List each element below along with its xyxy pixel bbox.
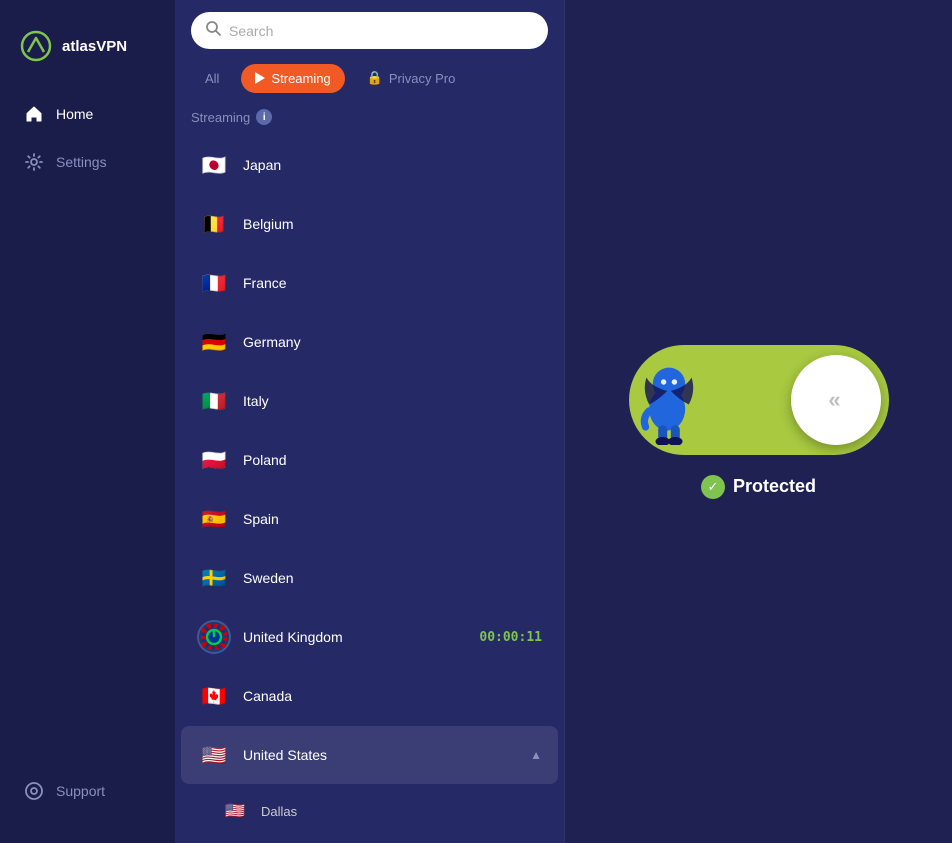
tab-all[interactable]: All [191,64,233,93]
country-name: United Kingdom [243,629,467,645]
sidebar-item-settings[interactable]: Settings [10,140,165,184]
list-item[interactable]: 🇮🇹 Italy [181,372,558,430]
home-label: Home [56,106,93,122]
search-container [175,0,564,59]
tab-streaming-label: Streaming [271,71,330,86]
flag-france: 🇫🇷 [197,266,231,300]
support-icon [24,781,44,801]
app-logo: atlasVPN [0,20,175,92]
locations-panel: All Streaming 🔒 Privacy Pro Streaming i … [175,0,565,843]
tab-all-label: All [205,71,219,86]
tab-privacy-pro[interactable]: 🔒 Privacy Pro [353,63,470,93]
protected-status: ✓ Protected [701,475,816,499]
list-item[interactable]: 🇫🇷 France [181,254,558,312]
list-item[interactable]: United Kingdom 00:00:11 [181,608,558,666]
settings-icon [24,152,44,172]
sidebar-support[interactable]: Support [0,769,175,823]
streaming-play-icon [255,72,265,84]
list-item[interactable]: 🇺🇸 Dallas [181,785,558,837]
chevron-left-icon: « [828,387,840,413]
flag-italy: 🇮🇹 [197,384,231,418]
list-item[interactable]: 🇯🇵 Japan [181,136,558,194]
flag-dallas: 🇺🇸 [221,797,249,825]
flag-us: 🇺🇸 [197,738,231,772]
list-item[interactable]: 🇪🇸 Spain [181,490,558,548]
atlasvpn-logo-icon [20,30,52,62]
flag-germany: 🇩🇪 [197,325,231,359]
country-name: Italy [243,393,542,409]
protected-label: Protected [733,476,816,497]
flag-belgium: 🇧🇪 [197,207,231,241]
country-name: Canada [243,688,542,704]
tab-streaming[interactable]: Streaming [241,64,344,93]
info-icon[interactable]: i [256,109,272,125]
country-name: Poland [243,452,542,468]
country-name: France [243,275,542,291]
app-name: atlasVPN [62,38,127,55]
sidebar-item-support[interactable]: Support [10,769,165,813]
list-item[interactable]: 🇨🇦 Canada [181,667,558,725]
flag-sweden: 🇸🇪 [197,561,231,595]
list-item[interactable]: 🇺🇸 United States ▲ [181,726,558,784]
search-input[interactable] [229,23,534,39]
search-bar [191,12,548,49]
flag-japan: 🇯🇵 [197,148,231,182]
home-icon [24,104,44,124]
country-name: Belgium [243,216,542,232]
sidebar-nav: Home Settings [0,92,175,769]
vpn-toggle[interactable]: « [629,345,889,455]
section-label-text: Streaming [191,110,250,125]
list-item[interactable]: 🇵🇱 Poland [181,431,558,489]
flag-spain: 🇪🇸 [197,502,231,536]
chevron-up-icon: ▲ [530,748,542,762]
flag-uk [197,620,231,654]
search-icon [205,20,221,41]
flag-canada: 🇨🇦 [197,679,231,713]
lock-icon: 🔒 [367,70,383,86]
country-name: Japan [243,157,542,173]
tab-privacy-pro-label: Privacy Pro [389,71,455,86]
section-label: Streaming i [175,105,564,135]
connection-timer: 00:00:11 [479,630,542,645]
vpn-toggle-container: « ✓ Protected [629,345,889,499]
list-item[interactable]: 🇩🇪 Germany [181,313,558,371]
list-item[interactable]: 🇺🇸 Las Vegas [181,838,558,843]
vpn-toggle-thumb[interactable]: « [791,355,881,445]
sidebar: atlasVPN Home Settings [0,0,175,843]
mascot-svg [629,355,709,445]
sidebar-item-home[interactable]: Home [10,92,165,136]
support-label: Support [56,783,105,799]
tabs-row: All Streaming 🔒 Privacy Pro [175,59,564,105]
country-name: United States [243,747,518,763]
city-name: Dallas [261,804,297,819]
country-name: Sweden [243,570,542,586]
settings-label: Settings [56,154,107,170]
right-panel: « ✓ Protected [565,0,952,843]
country-name: Germany [243,334,542,350]
country-list: 🇯🇵 Japan 🇧🇪 Belgium 🇫🇷 France 🇩🇪 Germany… [175,135,564,843]
list-item[interactable]: 🇧🇪 Belgium [181,195,558,253]
list-item[interactable]: 🇸🇪 Sweden [181,549,558,607]
country-name: Spain [243,511,542,527]
flag-poland: 🇵🇱 [197,443,231,477]
protected-check-icon: ✓ [701,475,725,499]
